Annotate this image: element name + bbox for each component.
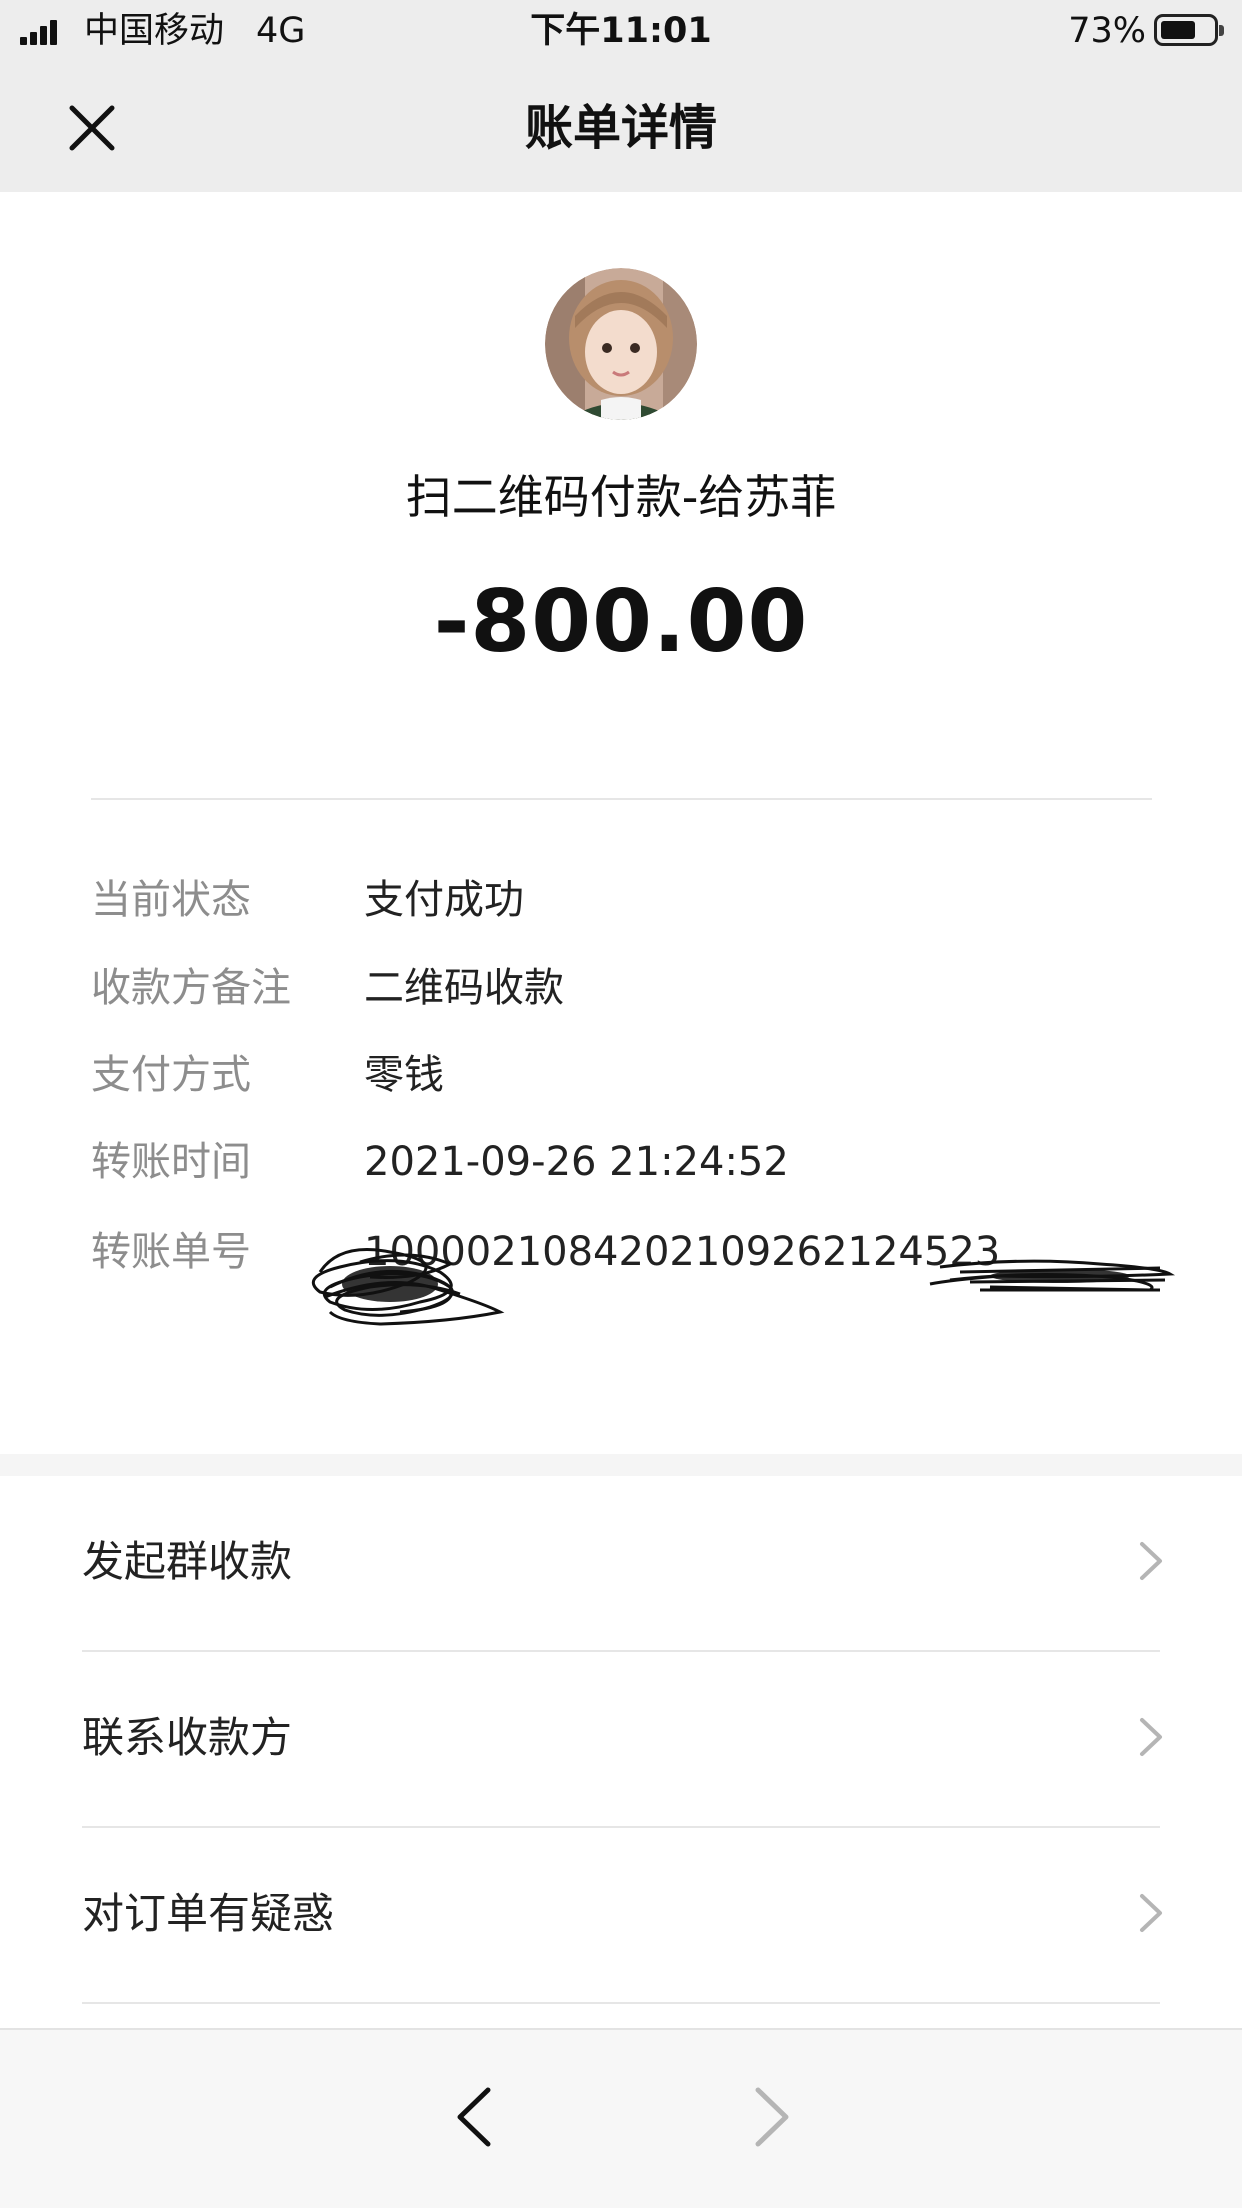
nav-bar: 账单详情 (0, 62, 1242, 192)
payee-description: 扫二维码付款-给苏菲 (405, 470, 837, 524)
action-group-collect[interactable]: 发起群收款 (0, 1476, 1242, 1652)
payment-method-value: 零钱 (364, 1052, 444, 1098)
browser-toolbar (0, 2028, 1242, 2208)
transfer-number-label: 转账单号 (91, 1229, 251, 1275)
avatar (545, 268, 697, 420)
battery-percent: 73% (1068, 11, 1146, 51)
battery-icon (1154, 14, 1224, 46)
forward-button[interactable] (742, 2082, 802, 2152)
action-order-question[interactable]: 对订单有疑惑 (0, 1828, 1242, 2004)
battery-fill (1161, 21, 1196, 39)
section-gap (0, 1454, 1242, 1476)
chevron-right-icon (755, 2087, 789, 2147)
chevron-right-icon (1140, 1542, 1162, 1580)
payment-method-label: 支付方式 (91, 1052, 251, 1098)
divider (82, 2002, 1160, 2004)
action-label: 发起群收款 (82, 1537, 293, 1586)
action-label: 联系收款方 (82, 1713, 293, 1762)
status-label: 当前状态 (91, 877, 251, 923)
bill-detail-card: 扫二维码付款-给苏菲 -800.00 当前状态 支付成功 收款方备注 二维码收款… (0, 192, 1242, 1454)
transfer-time-label: 转账时间 (91, 1139, 251, 1185)
chevron-left-icon (457, 2087, 491, 2147)
status-time: 下午11:01 (530, 11, 712, 51)
transfer-time-value: 2021-09-26 21:24:52 (364, 1139, 789, 1185)
divider (91, 798, 1152, 800)
payment-amount: -800.00 (433, 572, 809, 672)
redaction-scribble (311, 1248, 1176, 1326)
back-button[interactable] (444, 2082, 504, 2152)
status-value: 支付成功 (364, 877, 524, 923)
payee-note-value: 二维码收款 (364, 965, 564, 1011)
page-title: 账单详情 (524, 100, 717, 156)
action-list: 发起群收款 联系收款方 对订单有疑惑 (0, 1476, 1242, 2028)
action-label: 对订单有疑惑 (82, 1889, 335, 1938)
payee-note-label: 收款方备注 (91, 965, 291, 1011)
status-bar: 中国移动 4G 下午11:01 73% (0, 0, 1242, 62)
chevron-right-icon (1140, 1718, 1162, 1756)
chevron-right-icon (1140, 1894, 1162, 1932)
action-contact-payee[interactable]: 联系收款方 (0, 1652, 1242, 1828)
